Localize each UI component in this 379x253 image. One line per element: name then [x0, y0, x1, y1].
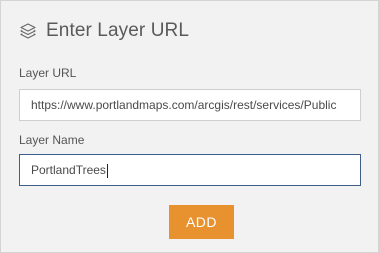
panel-title: Enter Layer URL	[46, 20, 190, 41]
layer-name-input[interactable]: PortlandTrees	[19, 154, 361, 186]
layer-url-value: https://www.portlandmaps.com/arcgis/rest…	[31, 98, 337, 112]
layers-icon	[19, 22, 37, 40]
layer-name-label: Layer Name	[19, 133, 85, 147]
panel-header: Enter Layer URL	[19, 19, 189, 43]
text-caret	[106, 163, 108, 178]
enter-layer-url-panel: Enter Layer URL Layer URL https://www.po…	[0, 0, 379, 253]
add-button[interactable]: ADD	[169, 205, 234, 239]
layer-url-label: Layer URL	[19, 66, 77, 80]
layer-url-input[interactable]: https://www.portlandmaps.com/arcgis/rest…	[19, 89, 361, 121]
layer-name-value: PortlandTrees	[31, 163, 106, 177]
